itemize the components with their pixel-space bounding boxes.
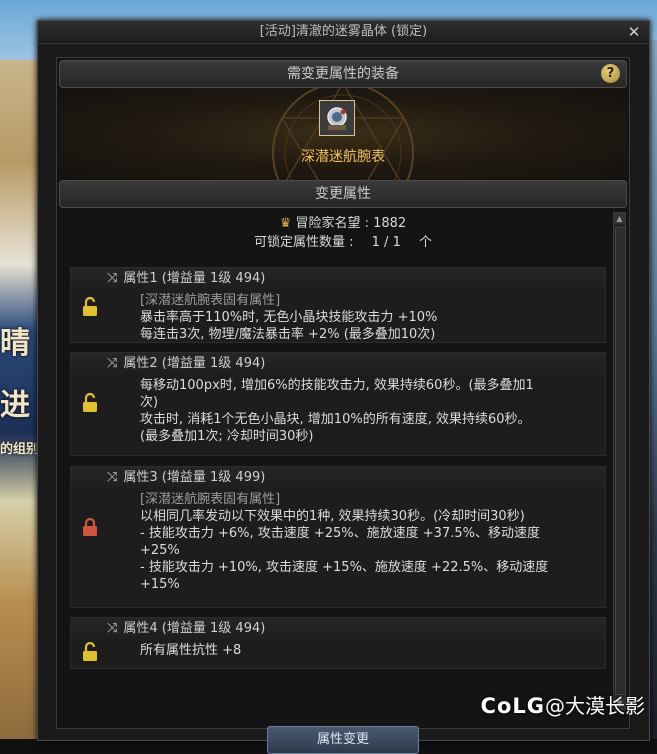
attribute-line: +15%	[140, 577, 180, 592]
background-text: 进	[0, 388, 30, 423]
attribute-line: 每移动100px时, 增加6%的技能攻击力, 效果持续60秒。(最多叠加1	[140, 378, 534, 393]
lockable-unit: 个	[418, 235, 432, 250]
attribute-title: 属性1 (增益量 1级 494)	[123, 271, 266, 286]
attribute-line: 每连击3次, 物理/魔法暴击率 +2% (最多叠加10次)	[140, 327, 436, 342]
background-text: 晴	[0, 326, 30, 361]
change-section-title: 变更属性	[315, 186, 371, 202]
attribute-title: 属性4 (增益量 1级 494)	[123, 621, 266, 636]
attribute-line: - 技能攻击力 +10%, 攻击速度 +15%、施放速度 +22.5%、移动速度	[140, 560, 549, 575]
attribute-card[interactable]: ⤨ 属性2 (增益量 1级 494) 每移动100px时, 增加6%的技能攻击力,…	[70, 352, 606, 456]
lockable-value: 1 / 1	[371, 235, 401, 250]
attribute-body: 每移动100px时, 增加6%的技能攻击力, 效果持续60秒。(最多叠加1 次)…	[71, 375, 605, 449]
attribute-list[interactable]: ♛ 冒险家名望 : 1882 可锁定属性数量 : 1 / 1 个 ⤨ 属性1 (增益…	[57, 208, 629, 728]
window-content: 需变更属性的装备 ? 深潜迷航腕表 变更属性 ♛ 冒险家名望: 1882 可锁…	[56, 57, 630, 729]
crystal-window: [活动]清澈的迷雾晶体 (锁定) ✕ 需变更属性的装备 ? 深潜迷航腕表 变更属…	[37, 20, 650, 754]
attribute-card[interactable]: ⤨ 属性3 (增益量 1级 499) [深潜迷航腕表固有属性] 以相同几率发动以下…	[70, 466, 606, 608]
change-attribute-button[interactable]: 属性变更	[267, 726, 419, 754]
attribute-body: [深潜迷航腕表固有属性] 暴击率高于110%时, 无色小晶块技能攻击力 +10%…	[71, 290, 605, 347]
reputation-text: 冒险家名望 : 1882	[295, 216, 407, 231]
watermark-logo: CoLG	[480, 694, 545, 718]
equip-section-header: 需变更属性的装备 ?	[59, 60, 627, 88]
attribute-header: ⤨ 属性4 (增益量 1级 494)	[71, 618, 605, 640]
shuffle-icon: ⤨	[107, 356, 118, 371]
scrollbar[interactable]: ▲ ▼	[613, 212, 626, 710]
attribute-line: [深潜迷航腕表固有属性]	[140, 293, 281, 308]
attribute-line: +25%	[140, 543, 180, 558]
attribute-line: (最多叠加1次; 冷却时间30秒)	[140, 429, 314, 444]
unlocked-lock-icon[interactable]	[81, 297, 99, 317]
attribute-line: [深潜迷航腕表固有属性]	[140, 492, 281, 507]
attribute-line: 次)	[140, 395, 159, 410]
equipment-slot[interactable]	[319, 100, 355, 136]
shuffle-icon: ⤨	[107, 271, 118, 286]
lockable-count-row: 可锁定属性数量 : 1 / 1 个	[57, 233, 629, 252]
equip-area: 深潜迷航腕表	[59, 88, 627, 180]
reputation-row: ♛ 冒险家名望 : 1882	[57, 214, 629, 233]
attribute-card[interactable]: ⤨ 属性1 (增益量 1级 494) [深潜迷航腕表固有属性] 暴击率高于110%…	[70, 267, 606, 343]
watermark-text: @大漠长影	[545, 694, 645, 718]
unlocked-lock-icon[interactable]	[81, 642, 99, 662]
window-title: [活动]清澈的迷雾晶体 (锁定)	[259, 24, 428, 39]
attribute-title: 属性2 (增益量 1级 494)	[123, 356, 266, 371]
window-titlebar[interactable]: [活动]清澈的迷雾晶体 (锁定) ✕	[38, 21, 649, 44]
attribute-line: 暴击率高于110%时, 无色小晶块技能攻击力 +10%	[140, 310, 438, 325]
attribute-line: 所有属性抗性 +8	[140, 643, 242, 658]
change-section-header: 变更属性	[59, 180, 627, 208]
scroll-up-icon[interactable]: ▲	[614, 213, 625, 224]
equipment-name: 深潜迷航腕表	[301, 149, 385, 165]
lockable-label: 可锁定属性数量 :	[254, 235, 354, 250]
attribute-card[interactable]: ⤨ 属性4 (增益量 1级 494) 所有属性抗性 +8	[70, 617, 606, 669]
attribute-line: 以相同几率发动以下效果中的1种, 效果持续30秒。(冷却时间30秒)	[140, 509, 525, 524]
attribute-body: [深潜迷航腕表固有属性] 以相同几率发动以下效果中的1种, 效果持续30秒。(冷…	[71, 489, 605, 597]
attribute-line: - 技能攻击力 +6%, 攻击速度 +25%、施放速度 +37.5%、移动速度	[140, 526, 540, 541]
attribute-header: ⤨ 属性2 (增益量 1级 494)	[71, 353, 605, 375]
background-text: 的组别	[0, 442, 40, 457]
attribute-body: 所有属性抗性 +8	[71, 640, 605, 663]
attribute-header: ⤨ 属性3 (增益量 1级 499)	[71, 467, 605, 489]
attribute-header: ⤨ 属性1 (增益量 1级 494)	[71, 268, 605, 290]
scroll-thumb[interactable]	[615, 227, 626, 695]
watermark: CoLG@大漠长影	[481, 690, 645, 719]
unlocked-lock-icon[interactable]	[81, 393, 99, 413]
attribute-title: 属性3 (增益量 1级 499)	[123, 470, 266, 485]
close-icon[interactable]: ✕	[625, 21, 643, 43]
reputation-icon: ♛	[279, 216, 292, 231]
locked-lock-icon[interactable]	[81, 517, 99, 537]
help-icon[interactable]: ?	[601, 64, 620, 83]
watch-icon	[320, 101, 354, 135]
shuffle-icon: ⤨	[107, 470, 118, 485]
equip-section-title: 需变更属性的装备	[287, 66, 399, 82]
attribute-line: 攻击时, 消耗1个无色小晶块, 增加10%的所有速度, 效果持续60秒。	[140, 412, 531, 427]
shuffle-icon: ⤨	[107, 621, 118, 636]
